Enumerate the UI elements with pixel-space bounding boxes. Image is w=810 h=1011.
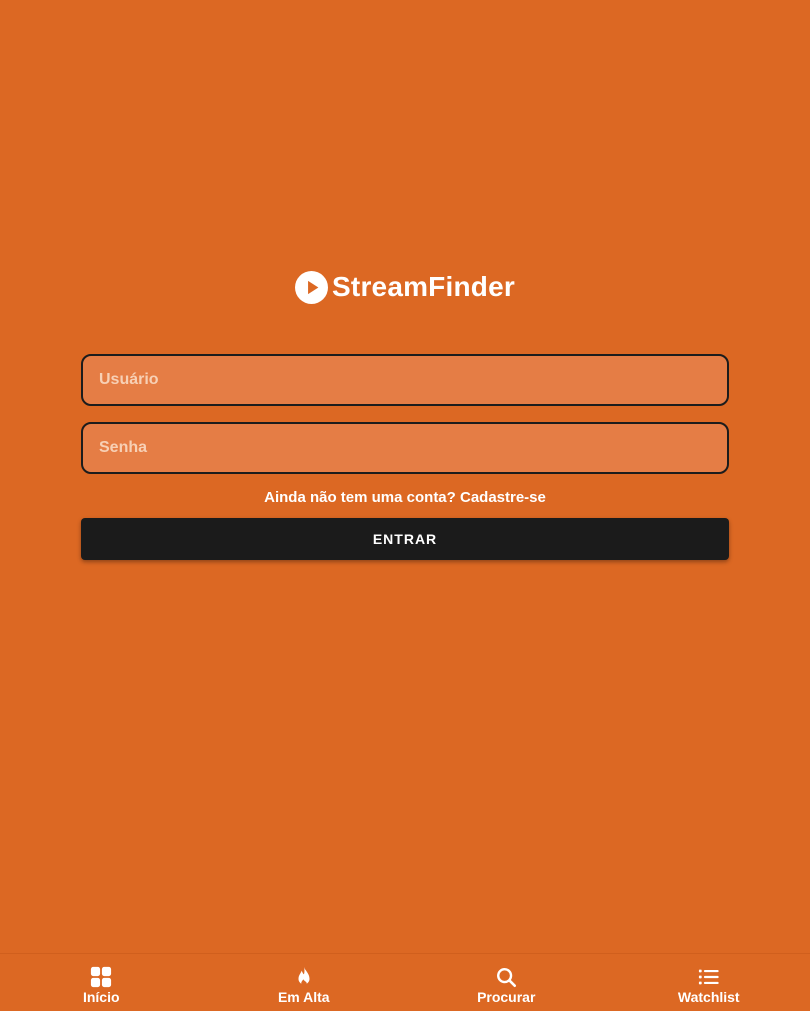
nav-label-inicio: Início bbox=[82, 989, 120, 1005]
login-screen: StreamFinder Ainda não tem uma conta? Ca… bbox=[0, 0, 810, 1011]
grid-icon bbox=[91, 966, 112, 988]
signup-link[interactable]: Ainda não tem uma conta? Cadastre-se bbox=[0, 489, 810, 506]
fire-icon bbox=[298, 966, 310, 987]
nav-item-procurar[interactable]: Procurar bbox=[405, 954, 608, 1011]
username-field-container bbox=[81, 354, 729, 406]
nav-item-inicio[interactable]: Início bbox=[0, 954, 203, 1011]
password-field-container bbox=[81, 422, 729, 474]
nav-item-em-alta[interactable]: Em Alta bbox=[203, 954, 406, 1011]
bottom-navigation: Início Em Alta Procurar Watchlist bbox=[0, 953, 810, 1011]
password-input[interactable] bbox=[83, 424, 727, 472]
username-input[interactable] bbox=[83, 356, 727, 404]
app-logo: StreamFinder bbox=[0, 268, 810, 306]
login-button[interactable]: ENTRAR bbox=[81, 518, 729, 560]
app-name: StreamFinder bbox=[332, 271, 515, 302]
list-icon bbox=[698, 969, 719, 985]
nav-label-procurar: Procurar bbox=[477, 989, 536, 1005]
nav-item-watchlist[interactable]: Watchlist bbox=[608, 954, 810, 1011]
play-circle-icon bbox=[295, 270, 329, 304]
nav-label-watchlist: Watchlist bbox=[677, 989, 740, 1005]
nav-label-em-alta: Em Alta bbox=[277, 989, 330, 1005]
search-icon bbox=[497, 968, 517, 987]
